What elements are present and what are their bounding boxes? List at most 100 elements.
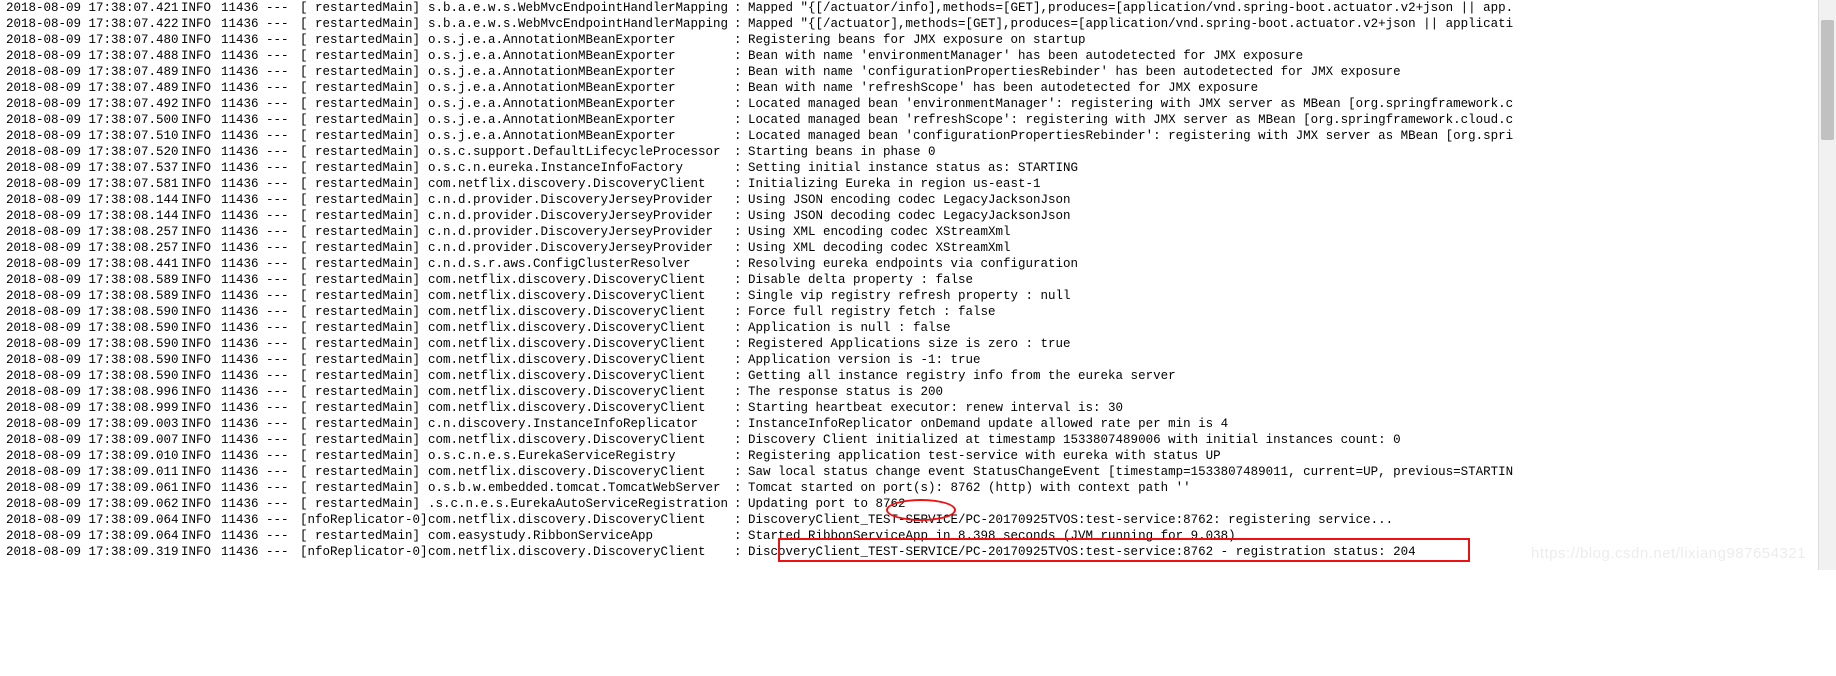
log-separator: --- [266, 336, 300, 352]
log-logger: com.netflix.discovery.DiscoveryClient [428, 352, 734, 368]
scrollbar-thumb[interactable] [1821, 20, 1834, 140]
log-timestamp: 2018-08-09 17:38:08.999 [6, 400, 181, 416]
log-separator: --- [266, 256, 300, 272]
log-line: 2018-08-09 17:38:08.589INFO11436--- [ re… [6, 288, 1830, 304]
log-message: Bean with name 'configurationPropertiesR… [748, 64, 1830, 80]
log-timestamp: 2018-08-09 17:38:08.590 [6, 368, 181, 384]
log-colon: : [734, 256, 748, 272]
log-message: Using JSON encoding codec LegacyJacksonJ… [748, 192, 1830, 208]
log-thread: [ restartedMain] [300, 384, 428, 400]
log-line: 2018-08-09 17:38:08.590INFO11436--- [ re… [6, 368, 1830, 384]
log-separator: --- [266, 224, 300, 240]
log-line: 2018-08-09 17:38:09.061INFO11436--- [ re… [6, 480, 1830, 496]
log-timestamp: 2018-08-09 17:38:07.520 [6, 144, 181, 160]
log-level: INFO [181, 128, 221, 144]
log-separator: --- [266, 240, 300, 256]
log-pid: 11436 [221, 0, 266, 16]
log-timestamp: 2018-08-09 17:38:09.319 [6, 544, 181, 560]
log-colon: : [734, 416, 748, 432]
log-logger: o.s.j.e.a.AnnotationMBeanExporter [428, 48, 734, 64]
log-thread: [ restartedMain] [300, 368, 428, 384]
log-separator: --- [266, 128, 300, 144]
log-line: 2018-08-09 17:38:08.589INFO11436--- [ re… [6, 272, 1830, 288]
log-level: INFO [181, 16, 221, 32]
log-colon: : [734, 0, 748, 16]
log-level: INFO [181, 192, 221, 208]
log-level: INFO [181, 304, 221, 320]
log-level: INFO [181, 496, 221, 512]
log-timestamp: 2018-08-09 17:38:09.003 [6, 416, 181, 432]
log-timestamp: 2018-08-09 17:38:07.488 [6, 48, 181, 64]
log-message: Registered Applications size is zero : t… [748, 336, 1830, 352]
log-level: INFO [181, 48, 221, 64]
log-thread: [ restartedMain] [300, 176, 428, 192]
log-message: Registering beans for JMX exposure on st… [748, 32, 1830, 48]
log-message: Discovery Client initialized at timestam… [748, 432, 1830, 448]
log-separator: --- [266, 480, 300, 496]
log-separator: --- [266, 384, 300, 400]
log-colon: : [734, 528, 748, 544]
log-message: Application version is -1: true [748, 352, 1830, 368]
log-logger: o.s.c.n.e.s.EurekaServiceRegistry [428, 448, 734, 464]
log-thread: [ restartedMain] [300, 496, 428, 512]
log-pid: 11436 [221, 176, 266, 192]
log-level: INFO [181, 448, 221, 464]
log-line: 2018-08-09 17:38:07.489INFO11436--- [ re… [6, 64, 1830, 80]
log-line: 2018-08-09 17:38:09.010INFO11436--- [ re… [6, 448, 1830, 464]
log-logger: c.n.d.provider.DiscoveryJerseyProvider [428, 208, 734, 224]
vertical-scrollbar[interactable] [1818, 0, 1836, 570]
log-colon: : [734, 288, 748, 304]
log-message: Initializing Eureka in region us-east-1 [748, 176, 1830, 192]
log-line: 2018-08-09 17:38:07.492INFO11436--- [ re… [6, 96, 1830, 112]
log-colon: : [734, 512, 748, 528]
log-thread: [ restartedMain] [300, 224, 428, 240]
log-level: INFO [181, 96, 221, 112]
log-level: INFO [181, 432, 221, 448]
log-pid: 11436 [221, 144, 266, 160]
log-pid: 11436 [221, 128, 266, 144]
log-pid: 11436 [221, 432, 266, 448]
log-message: Getting all instance registry info from … [748, 368, 1830, 384]
log-logger: o.s.c.support.DefaultLifecycleProcessor [428, 144, 734, 160]
log-level: INFO [181, 480, 221, 496]
log-thread: [ restartedMain] [300, 416, 428, 432]
log-thread: [ restartedMain] [300, 320, 428, 336]
log-thread: [ restartedMain] [300, 160, 428, 176]
log-separator: --- [266, 400, 300, 416]
log-logger: c.n.d.provider.DiscoveryJerseyProvider [428, 192, 734, 208]
log-level: INFO [181, 544, 221, 560]
log-thread: [ restartedMain] [300, 32, 428, 48]
log-level: INFO [181, 256, 221, 272]
log-thread: [ restartedMain] [300, 480, 428, 496]
log-level: INFO [181, 400, 221, 416]
log-pid: 11436 [221, 192, 266, 208]
log-message: Disable delta property : false [748, 272, 1830, 288]
log-logger: c.n.d.s.r.aws.ConfigClusterResolver [428, 256, 734, 272]
log-pid: 11436 [221, 416, 266, 432]
log-separator: --- [266, 416, 300, 432]
log-level: INFO [181, 384, 221, 400]
log-thread: [ restartedMain] [300, 272, 428, 288]
log-colon: : [734, 32, 748, 48]
log-pid: 11436 [221, 336, 266, 352]
log-colon: : [734, 320, 748, 336]
log-colon: : [734, 384, 748, 400]
log-timestamp: 2018-08-09 17:38:07.422 [6, 16, 181, 32]
log-pid: 11436 [221, 96, 266, 112]
log-line: 2018-08-09 17:38:08.590INFO11436--- [ re… [6, 304, 1830, 320]
log-level: INFO [181, 352, 221, 368]
log-thread: [nfoReplicator-0] [300, 512, 428, 528]
log-message: DiscoveryClient_TEST-SERVICE/PC-20170925… [748, 512, 1830, 528]
log-timestamp: 2018-08-09 17:38:07.480 [6, 32, 181, 48]
log-level: INFO [181, 112, 221, 128]
log-thread: [ restartedMain] [300, 304, 428, 320]
log-separator: --- [266, 448, 300, 464]
log-timestamp: 2018-08-09 17:38:07.421 [6, 0, 181, 16]
log-message: The response status is 200 [748, 384, 1830, 400]
log-timestamp: 2018-08-09 17:38:09.007 [6, 432, 181, 448]
log-level: INFO [181, 144, 221, 160]
log-line: 2018-08-09 17:38:09.007INFO11436--- [ re… [6, 432, 1830, 448]
log-line: 2018-08-09 17:38:09.003INFO11436--- [ re… [6, 416, 1830, 432]
log-line: 2018-08-09 17:38:07.520INFO11436--- [ re… [6, 144, 1830, 160]
log-line: 2018-08-09 17:38:07.537INFO11436--- [ re… [6, 160, 1830, 176]
